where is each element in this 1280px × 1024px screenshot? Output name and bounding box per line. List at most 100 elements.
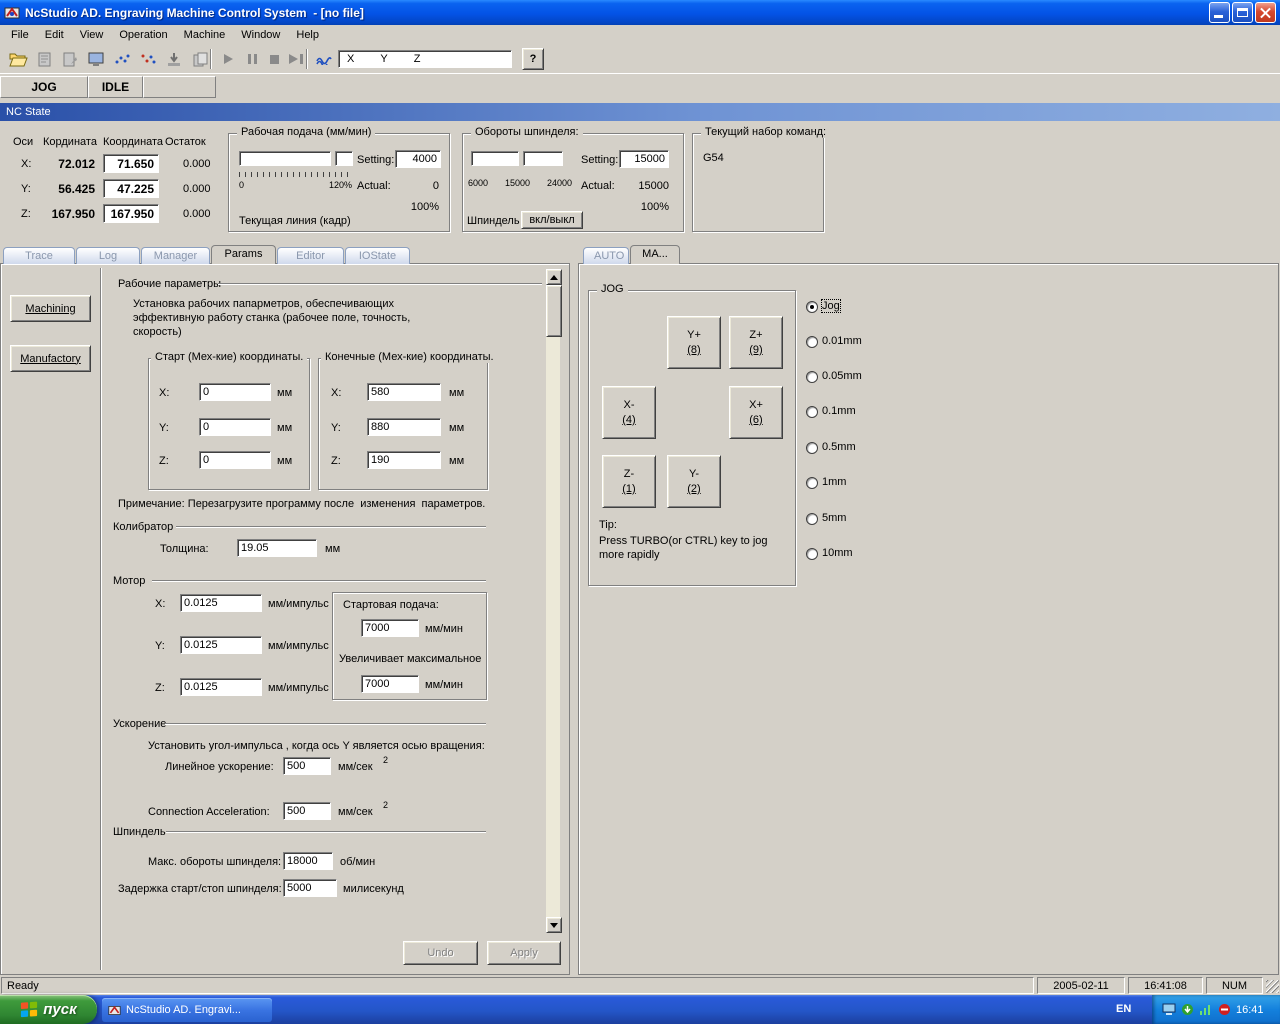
stop-button[interactable]: [262, 47, 286, 71]
motor-y-input[interactable]: [180, 636, 262, 654]
jog-y-plus-button[interactable]: Y+ (8): [667, 316, 721, 369]
tab-manual[interactable]: MA...: [630, 245, 680, 264]
spindle-setting-input[interactable]: [619, 150, 669, 168]
network-icon[interactable]: [1162, 1003, 1176, 1016]
spindle-slider-track[interactable]: [471, 151, 519, 166]
download-program-button[interactable]: [162, 47, 186, 71]
manufactory-button[interactable]: Manufactory: [10, 345, 91, 372]
radio-step-5-label[interactable]: 5mm: [822, 512, 846, 524]
trace-doc-button[interactable]: [32, 47, 56, 71]
updates-icon[interactable]: [1181, 1003, 1194, 1016]
advanced-start-button[interactable]: [312, 47, 336, 71]
jog-y-minus-button[interactable]: Y- (2): [667, 455, 721, 508]
spindle-toggle-button[interactable]: вкл/выкл: [521, 211, 583, 229]
axis-x-label: X: [347, 53, 354, 65]
feed-slider-track[interactable]: [239, 151, 331, 166]
tab-iostate[interactable]: IOState: [345, 247, 410, 264]
simulate-fast-button[interactable]: [136, 47, 160, 71]
signal-icon[interactable]: [1199, 1003, 1213, 1016]
radio-step-001[interactable]: [806, 336, 818, 348]
screen-view-button[interactable]: [84, 47, 108, 71]
jog-x-plus-button[interactable]: X+ (6): [729, 386, 783, 439]
scroll-thumb[interactable]: [546, 285, 562, 337]
menu-operation[interactable]: Operation: [111, 26, 175, 44]
menu-view[interactable]: View: [72, 26, 112, 44]
feed-slider-thumb[interactable]: [335, 151, 353, 166]
undo-button[interactable]: Undo: [403, 941, 478, 965]
radio-step-1-label[interactable]: 1mm: [822, 476, 846, 488]
motor-x-input[interactable]: [180, 594, 262, 612]
delay-input[interactable]: [283, 879, 337, 897]
thickness-input[interactable]: [237, 539, 317, 557]
tab-params[interactable]: Params: [211, 245, 276, 264]
radio-step-5[interactable]: [806, 513, 818, 525]
help-button[interactable]: ?: [522, 48, 544, 70]
menu-edit[interactable]: Edit: [37, 26, 72, 44]
start-x-input[interactable]: [199, 383, 271, 401]
end-x-input[interactable]: [367, 383, 441, 401]
copy-task-button[interactable]: [188, 47, 212, 71]
spindle-slider-thumb[interactable]: [523, 151, 563, 166]
jog-z-plus-button[interactable]: Z+ (9): [729, 316, 783, 369]
apply-button[interactable]: Apply: [487, 941, 561, 965]
language-indicator[interactable]: EN: [1116, 1003, 1131, 1015]
radio-step-10-label[interactable]: 10mm: [822, 547, 853, 559]
tab-trace[interactable]: Trace: [3, 247, 75, 264]
radio-jog-label[interactable]: Jog: [822, 300, 840, 312]
start-z-input[interactable]: [199, 451, 271, 469]
scroll-down-button[interactable]: [546, 917, 562, 933]
rpm-input[interactable]: [283, 852, 333, 870]
params-scrollbar[interactable]: [545, 268, 561, 934]
radio-step-10[interactable]: [806, 548, 818, 560]
arrow-up-icon: [550, 275, 558, 280]
jog-button-label: Z-: [624, 468, 634, 480]
tab-auto[interactable]: AUTO: [583, 247, 629, 264]
axis-select-field[interactable]: X Y Z: [338, 50, 512, 68]
tab-log[interactable]: Log: [76, 247, 140, 264]
axis-label: X:: [21, 158, 31, 170]
feed-setting-input[interactable]: [395, 150, 441, 168]
tray-clock[interactable]: 16:41: [1236, 1004, 1264, 1016]
jog-z-minus-button[interactable]: Z- (1): [602, 455, 656, 508]
radio-step-005[interactable]: [806, 371, 818, 383]
tab-manager[interactable]: Manager: [141, 247, 210, 264]
step-button[interactable]: [284, 47, 308, 71]
radio-step-1[interactable]: [806, 477, 818, 489]
end-y-input[interactable]: [367, 418, 441, 436]
task-button-ncstudio[interactable]: NcStudio AD. Engravi...: [102, 998, 272, 1022]
start-button[interactable]: пуск: [0, 995, 97, 1024]
menu-window[interactable]: Window: [233, 26, 288, 44]
radio-step-05[interactable]: [806, 442, 818, 454]
radio-jog[interactable]: [806, 301, 818, 313]
max-feed-input[interactable]: [361, 675, 419, 693]
radio-step-005-label[interactable]: 0.05mm: [822, 370, 862, 382]
start-feed-input[interactable]: [361, 619, 419, 637]
close-button[interactable]: [1255, 2, 1276, 23]
linear-accel-sup: 2: [383, 755, 388, 765]
resize-grip[interactable]: [1266, 980, 1279, 993]
antivirus-icon[interactable]: [1218, 1003, 1231, 1016]
motor-z-input[interactable]: [180, 678, 262, 696]
minimize-button[interactable]: [1209, 2, 1230, 23]
menu-file[interactable]: File: [3, 26, 37, 44]
pause-button[interactable]: [240, 47, 264, 71]
play-button[interactable]: [216, 47, 240, 71]
radio-step-05-label[interactable]: 0.5mm: [822, 441, 856, 453]
menu-machine[interactable]: Machine: [176, 26, 234, 44]
open-file-button[interactable]: [6, 47, 30, 71]
menu-help[interactable]: Help: [288, 26, 327, 44]
simulate-button[interactable]: [110, 47, 134, 71]
radio-step-001-label[interactable]: 0.01mm: [822, 335, 862, 347]
radio-step-01[interactable]: [806, 406, 818, 418]
edit-doc-button[interactable]: [58, 47, 82, 71]
jog-x-minus-button[interactable]: X- (4): [602, 386, 656, 439]
conn-accel-input[interactable]: [283, 802, 331, 820]
linear-accel-input[interactable]: [283, 757, 331, 775]
maximize-button[interactable]: [1232, 2, 1253, 23]
tab-editor[interactable]: Editor: [277, 247, 344, 264]
scroll-up-button[interactable]: [546, 269, 562, 285]
end-z-input[interactable]: [367, 451, 441, 469]
start-y-input[interactable]: [199, 418, 271, 436]
radio-step-01-label[interactable]: 0.1mm: [822, 405, 856, 417]
machining-button[interactable]: Machining: [10, 295, 91, 322]
